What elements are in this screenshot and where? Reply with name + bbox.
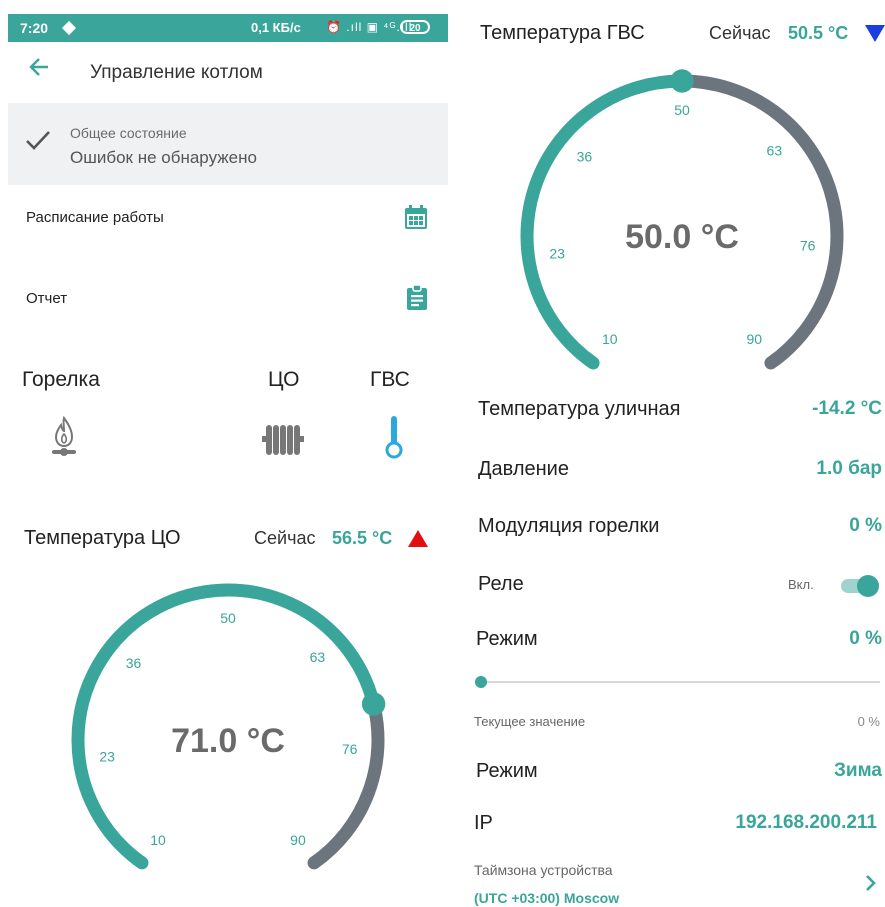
heating-label: ЦО	[268, 368, 300, 391]
co-gauge-handle[interactable]	[361, 692, 386, 716]
co-gauge-tick-36: 36	[126, 655, 142, 671]
hot-water-label: ГВС	[370, 368, 410, 391]
co-gauge-tick-63: 63	[310, 649, 326, 665]
network-speed: 0,1 КБ/с	[251, 20, 301, 35]
calendar-icon[interactable]	[404, 204, 428, 230]
modulation-value: 0 %	[849, 515, 882, 536]
gvs-setpoint-value: 50.0 °C	[625, 218, 739, 256]
gvs-gauge-handle[interactable]	[670, 69, 694, 93]
co-gauge-tick-23: 23	[99, 749, 115, 765]
gvs-gauge-tick-63: 63	[767, 142, 783, 158]
current-value-label: Текущее значение	[474, 714, 586, 729]
mode-value: 0 %	[849, 628, 882, 649]
outdoor-temp-value: -14.2 °C	[812, 398, 882, 419]
mode-slider[interactable]	[474, 674, 882, 695]
gvs-temperature-gauge[interactable]: 10 23 36 50 63 76 90 50.0 °C	[502, 50, 862, 370]
gvs-gauge-tick-76: 76	[800, 237, 816, 253]
outdoor-temp-label: Температура уличная	[478, 398, 681, 420]
pressure-label: Давление	[478, 458, 569, 480]
gvs-gauge-tick-50: 50	[674, 102, 690, 118]
current-value: 0 %	[857, 714, 880, 729]
pressure-value: 1.0 бар	[816, 458, 882, 479]
page-title: Управление котлом	[90, 62, 263, 83]
ip-label: IP	[474, 812, 493, 834]
co-gauge-tick-76: 76	[342, 741, 358, 757]
report-link[interactable]: Отчет	[26, 290, 67, 307]
status-label: Общее состояние	[70, 125, 187, 141]
schedule-link[interactable]: Расписание работы	[26, 209, 164, 226]
co-gauge-tick-50: 50	[220, 610, 236, 626]
gvs-temperature-title: Температура ГВС	[480, 22, 645, 44]
back-arrow-icon[interactable]	[28, 56, 54, 86]
co-now-value: 56.5 °C	[332, 528, 393, 548]
mode-slider-thumb[interactable]	[475, 676, 487, 688]
mode-label-2: Режим	[476, 760, 538, 782]
mode-value-2: Зима	[834, 760, 882, 781]
gvs-now-label: Сейчас	[709, 23, 771, 43]
trend-up-icon	[408, 530, 428, 552]
burner-label: Горелка	[22, 368, 100, 391]
clock: 7:20	[20, 20, 49, 36]
ip-value: 192.168.200.211	[735, 812, 877, 833]
relay-state-label: Вкл.	[788, 577, 814, 592]
chevron-right-icon[interactable]	[864, 873, 878, 898]
co-gauge-tick-90: 90	[290, 832, 306, 848]
status-bar: 7:20 0,1 КБ/с ⏰ .ıll ▣ ⁴ᴳ.ıll 20	[8, 14, 448, 42]
gvs-gauge-tick-23: 23	[549, 245, 565, 261]
flame-icon	[50, 415, 78, 464]
gvs-gauge-tick-10: 10	[602, 331, 618, 347]
co-temperature-gauge[interactable]: 10 23 36 50 63 76 90 71.0 °C	[48, 565, 408, 875]
status-value: Ошибок не обнаружено	[70, 148, 257, 167]
co-now-label: Сейчас	[254, 528, 316, 548]
gvs-gauge-tick-90: 90	[746, 331, 762, 347]
clipboard-icon[interactable]	[406, 284, 428, 311]
modulation-label: Модуляция горелки	[478, 515, 660, 537]
relay-label: Реле	[478, 573, 524, 595]
check-icon	[24, 128, 52, 159]
overall-status-card	[8, 103, 448, 185]
gvs-gauge-tick-36: 36	[577, 148, 593, 164]
relay-toggle[interactable]	[840, 573, 882, 604]
trend-down-icon	[865, 25, 885, 47]
co-gauge-track	[307, 697, 385, 870]
co-setpoint-value: 71.0 °C	[171, 722, 285, 760]
radiator-icon	[262, 422, 304, 463]
gvs-now-value: 50.5 °C	[788, 23, 849, 43]
timezone-label: Таймзона устройства	[474, 862, 613, 878]
timezone-value[interactable]: (UTC +03:00) Moscow	[474, 890, 619, 906]
co-gauge-tick-10: 10	[150, 832, 166, 848]
thermometer-icon	[383, 414, 405, 465]
notification-icon	[61, 20, 77, 36]
mode-label: Режим	[476, 628, 538, 650]
battery-icon: 20	[400, 20, 430, 34]
co-temperature-title: Температура ЦО	[24, 527, 181, 549]
